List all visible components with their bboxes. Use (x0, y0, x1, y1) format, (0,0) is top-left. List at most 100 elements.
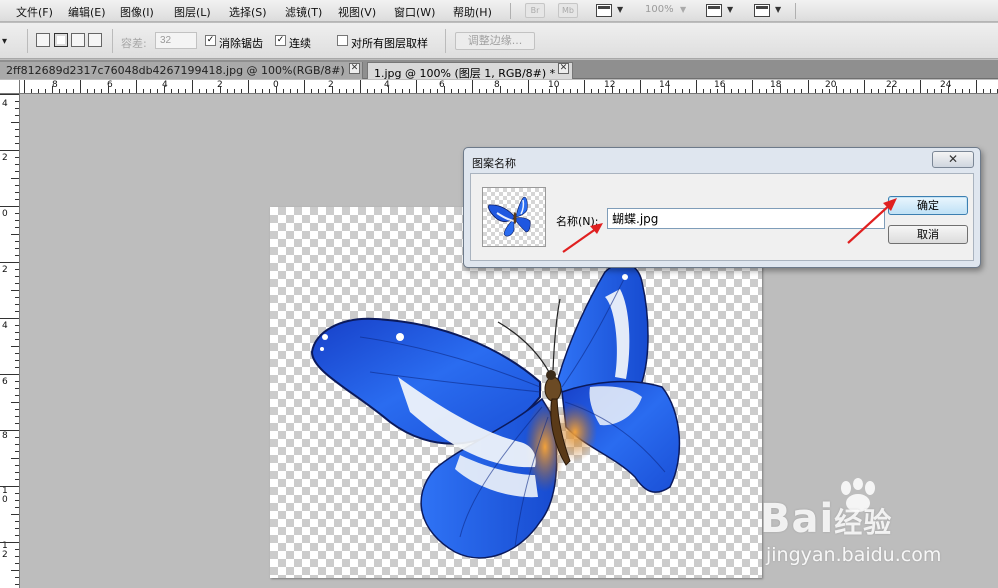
ruler-tick (878, 89, 879, 93)
options-divider (445, 29, 446, 53)
ruler-tick (15, 276, 19, 277)
ruler-tick (143, 89, 144, 93)
menubar-divider (510, 3, 511, 19)
close-icon[interactable]: ✕ (349, 63, 360, 74)
ruler-tick (906, 89, 907, 93)
menu-help[interactable]: 帮助(H) (453, 4, 492, 20)
zoom-level[interactable]: 100% (645, 4, 674, 15)
menu-image[interactable]: 图像(I) (120, 4, 154, 20)
ruler-tick (283, 89, 284, 93)
ruler-tick (157, 89, 158, 93)
ruler-tick (15, 493, 19, 494)
contiguous-checkbox[interactable]: ✓ (275, 35, 286, 46)
pattern-thumbnail (482, 187, 546, 247)
ruler-tick (234, 89, 235, 93)
ruler-number: 10 (2, 486, 8, 505)
ruler-tick (262, 89, 263, 93)
menu-view[interactable]: 视图(V) (338, 4, 376, 20)
ruler-tick (15, 101, 19, 102)
ruler-tick (521, 89, 522, 93)
ruler-tick (430, 89, 431, 93)
ruler-origin[interactable] (0, 80, 20, 94)
menu-layer[interactable]: 图层(L) (174, 4, 211, 20)
view-extras-icon[interactable] (596, 4, 612, 17)
ruler-tick (0, 430, 19, 431)
options-bar: ▾ 容差: ✓ 消除锯齿 ✓ 连续 对所有图层取样 调整边缘... (0, 23, 998, 59)
menu-file[interactable]: 文件(F) (16, 4, 53, 20)
tab-document-1[interactable]: 2ff812689d2317c76048db4267199418.jpg @ 1… (0, 62, 363, 79)
menu-window[interactable]: 窗口(W) (394, 4, 435, 20)
arrange-documents-icon[interactable] (706, 4, 722, 17)
ruler-tick (724, 86, 725, 93)
new-selection-icon[interactable] (36, 33, 50, 47)
ruler-tick (0, 150, 19, 151)
tab-document-2[interactable]: 1.jpg @ 100% (图层 1, RGB/8#) * (367, 62, 573, 80)
ruler-tick (11, 570, 19, 571)
ruler-tick (794, 89, 795, 93)
vertical-ruler[interactable]: 4 2 0 2 4 6 8 10 12 (0, 94, 20, 588)
ruler-number: 2 (2, 265, 8, 275)
ruler-number: 6 (2, 377, 8, 387)
options-divider (112, 29, 113, 53)
chevron-down-icon[interactable]: ▼ (617, 5, 623, 14)
menu-select[interactable]: 选择(S) (229, 4, 267, 20)
ruler-tick (15, 423, 19, 424)
refine-edge-button[interactable]: 调整边缘... (455, 32, 535, 50)
document-tab-bar: 2ff812689d2317c76048db4267199418.jpg @ 1… (0, 60, 998, 80)
ruler-tick (703, 89, 704, 93)
watermark-url: jingyan.baidu.com (766, 544, 942, 566)
ruler-tick (38, 89, 39, 93)
ruler-tick (15, 199, 19, 200)
ruler-tick (15, 549, 19, 550)
ruler-tick (15, 360, 19, 361)
ruler-tick (11, 234, 19, 235)
pattern-name-input[interactable] (607, 208, 885, 229)
menubar-divider (795, 3, 796, 19)
ruler-tick (318, 89, 319, 93)
antialias-checkbox[interactable]: ✓ (205, 35, 216, 46)
ruler-tick (899, 89, 900, 93)
ruler-tick (15, 577, 19, 578)
ruler-number: 4 (2, 321, 8, 331)
menu-edit[interactable]: 编辑(E) (68, 4, 106, 20)
contiguous-label: 连续 (289, 37, 311, 50)
ruler-tick (87, 89, 88, 93)
close-icon[interactable]: ✕ (558, 63, 569, 74)
ruler-tick (15, 353, 19, 354)
bridge-icon[interactable]: Br (525, 3, 545, 18)
ruler-tick (969, 89, 970, 93)
tab-label: 2ff812689d2317c76048db4267199418.jpg @ 1… (6, 64, 345, 77)
ok-button[interactable]: 确定 (888, 196, 968, 215)
ruler-tick (759, 89, 760, 93)
ruler-tick (15, 528, 19, 529)
ruler-tick (241, 89, 242, 93)
close-icon[interactable]: ✕ (932, 151, 974, 168)
tool-preset-chevron-icon[interactable]: ▾ (2, 36, 7, 47)
ruler-number: 8 (494, 80, 500, 90)
ruler-tick (66, 89, 67, 93)
intersect-selection-icon[interactable] (88, 33, 102, 47)
ruler-tick (15, 108, 19, 109)
chevron-down-icon[interactable]: ▼ (775, 5, 781, 14)
mini-bridge-icon[interactable]: Mb (558, 3, 578, 18)
ruler-tick (290, 89, 291, 93)
screen-mode-icon[interactable] (754, 4, 770, 17)
menu-filter[interactable]: 滤镜(T) (285, 4, 322, 20)
ruler-tick (15, 416, 19, 417)
ruler-tick (15, 479, 19, 480)
ruler-tick (556, 86, 557, 93)
chevron-down-icon[interactable]: ▼ (680, 5, 686, 14)
ruler-number: 2 (2, 153, 8, 163)
ruler-tick (15, 115, 19, 116)
sample-all-layers-checkbox[interactable] (337, 35, 348, 46)
ruler-tick (15, 164, 19, 165)
horizontal-ruler[interactable]: 8 6 4 2 0 2 4 6 8 10 12 14 16 18 20 22 2… (0, 80, 998, 94)
chevron-down-icon[interactable]: ▼ (727, 5, 733, 14)
tolerance-input[interactable] (155, 32, 197, 49)
subtract-from-selection-icon[interactable] (71, 33, 85, 47)
ruler-tick (15, 157, 19, 158)
cancel-button[interactable]: 取消 (888, 225, 968, 244)
add-to-selection-icon[interactable] (54, 33, 68, 47)
ruler-tick (542, 89, 543, 93)
ruler-tick (913, 89, 914, 93)
